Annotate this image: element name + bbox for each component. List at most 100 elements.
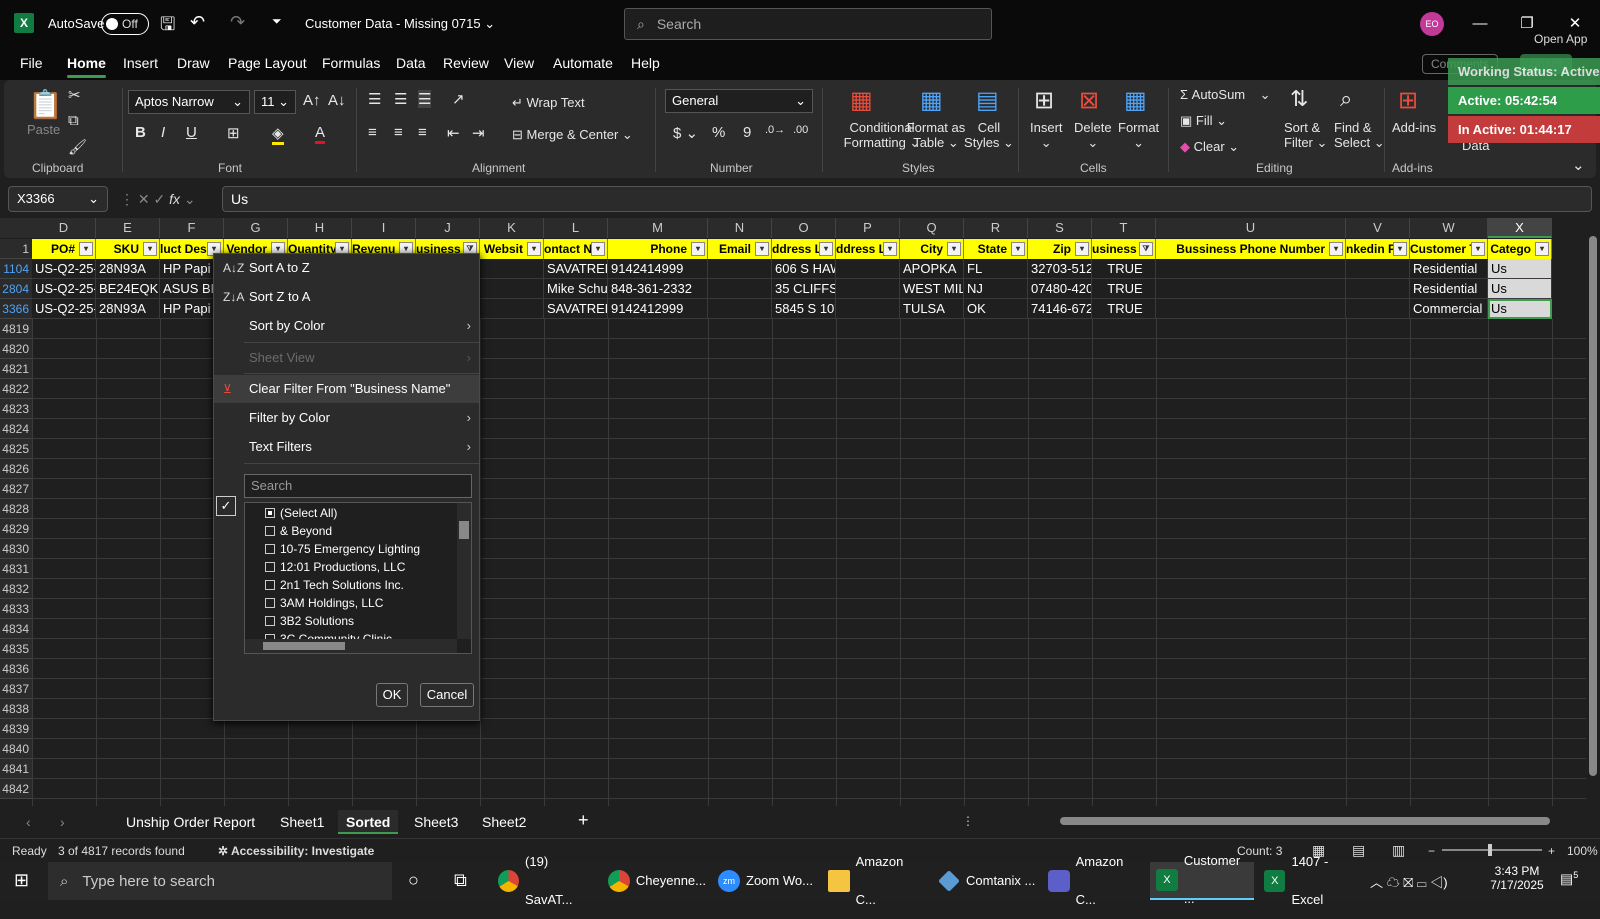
column-header[interactable]: Q bbox=[900, 218, 964, 238]
accessibility-status[interactable]: ✲ Accessibility: Investigate bbox=[218, 844, 374, 858]
header-cell[interactable]: PO# ▾ bbox=[32, 239, 96, 259]
document-title[interactable]: Customer Data - Missing 0715 ⌄ bbox=[305, 16, 495, 32]
header-cell[interactable]: Customer T ▾ bbox=[1410, 239, 1488, 259]
table-cell[interactable] bbox=[708, 299, 772, 319]
table-cell[interactable]: SAVATREE bbox=[544, 299, 608, 319]
align-top-icon[interactable]: ☰ bbox=[368, 90, 381, 108]
header-cell[interactable]: SKU ▾ bbox=[96, 239, 160, 259]
select-mode-checkbox-icon[interactable]: ✓ bbox=[216, 496, 236, 516]
find-select-button[interactable]: Find & Select ⌄ bbox=[1334, 120, 1385, 151]
taskbar-app[interactable]: Amazon C... bbox=[1042, 854, 1146, 907]
underline-icon[interactable]: U bbox=[186, 124, 197, 141]
clock[interactable]: 3:43 PM 7/17/2025 bbox=[1488, 864, 1546, 892]
table-cell[interactable]: Mike Schu bbox=[544, 279, 608, 299]
font-name-select[interactable]: Aptos Narrow ⌄ bbox=[128, 90, 250, 114]
fx-icon[interactable]: fx bbox=[169, 191, 180, 207]
row-header[interactable]: 4833 bbox=[0, 599, 32, 619]
zoom-out-icon[interactable]: − bbox=[1428, 844, 1435, 858]
row-header[interactable]: 4819 bbox=[0, 319, 32, 339]
prev-sheet-icon[interactable]: ‹ bbox=[26, 814, 31, 830]
page-break-icon[interactable]: ▥ bbox=[1392, 842, 1405, 859]
filter-dropdown-icon[interactable]: ▾ bbox=[819, 242, 833, 256]
filter-dropdown-icon[interactable]: ▾ bbox=[691, 242, 705, 256]
table-cell[interactable]: FL bbox=[964, 259, 1028, 279]
filter-dropdown-icon[interactable]: ▾ bbox=[883, 242, 897, 256]
list-hscrollbar[interactable] bbox=[245, 639, 457, 653]
collapse-ribbon-icon[interactable]: ⌄ bbox=[1572, 156, 1585, 174]
clear-button[interactable]: ◆ Clear ⌄ bbox=[1180, 139, 1239, 155]
column-header[interactable]: U bbox=[1156, 218, 1346, 238]
table-cell[interactable] bbox=[708, 259, 772, 279]
column-header[interactable]: E bbox=[96, 218, 160, 238]
row-header[interactable]: 4839 bbox=[0, 719, 32, 739]
sheet-tab-active[interactable]: Sorted bbox=[338, 810, 399, 834]
delete-cells-button[interactable]: Delete ⌄ bbox=[1074, 120, 1112, 151]
windows-start-icon[interactable]: ⊞ bbox=[14, 870, 29, 891]
zoom-slider[interactable] bbox=[1442, 844, 1542, 856]
filter-dropdown-icon[interactable]: ▾ bbox=[1393, 242, 1407, 256]
sort-z-to-a-item[interactable]: Z↓A Sort Z to A bbox=[214, 283, 479, 311]
tab-help[interactable]: Help bbox=[631, 55, 660, 71]
wrap-text-button[interactable]: ↵ Wrap Text bbox=[512, 95, 585, 111]
align-right-icon[interactable]: ≡ bbox=[418, 124, 427, 141]
filter-dropdown-icon[interactable]: ▾ bbox=[79, 242, 93, 256]
table-cell[interactable]: OK bbox=[964, 299, 1028, 319]
table-cell[interactable]: 28N93A bbox=[96, 299, 160, 319]
header-cell[interactable]: Websit ▾ bbox=[480, 239, 544, 259]
sheet-tab[interactable]: Sheet3 bbox=[414, 814, 458, 830]
table-cell[interactable]: 35 CLIFFSI bbox=[772, 279, 836, 299]
bold-icon[interactable]: B bbox=[135, 124, 146, 141]
column-header[interactable]: O bbox=[772, 218, 836, 238]
filter-dropdown-icon[interactable]: ▾ bbox=[591, 242, 605, 256]
align-left-icon[interactable]: ≡ bbox=[368, 124, 377, 141]
scroll-thumb[interactable] bbox=[1589, 236, 1597, 776]
tab-file[interactable]: File bbox=[20, 55, 43, 71]
sheet-tab[interactable]: Unship Order Report bbox=[126, 814, 255, 830]
fill-color-icon[interactable]: ◈ bbox=[272, 124, 284, 145]
row-header[interactable]: 4835 bbox=[0, 639, 32, 659]
currency-icon[interactable]: $ ⌄ bbox=[673, 124, 698, 142]
row-header[interactable]: 2804 bbox=[0, 279, 32, 299]
undo-icon[interactable]: ↶ bbox=[190, 12, 205, 33]
task-view-icon[interactable]: ⧉ bbox=[454, 870, 467, 891]
more-options-icon[interactable]: ⋮ bbox=[962, 814, 974, 828]
table-cell[interactable]: 32703-512 bbox=[1028, 259, 1092, 279]
header-cell[interactable]: usiness ⧩ bbox=[1092, 239, 1156, 259]
enter-icon[interactable]: ✓ bbox=[154, 191, 166, 207]
tab-automate[interactable]: Automate bbox=[553, 55, 613, 71]
table-cell[interactable]: TRUE bbox=[1092, 279, 1156, 299]
cell-styles-button[interactable]: Cell Styles ⌄ bbox=[964, 120, 1014, 151]
filter-dropdown-icon[interactable]: ▾ bbox=[1329, 242, 1343, 256]
taskbar-search[interactable]: ⌕ Type here to search bbox=[48, 862, 392, 900]
horizontal-scrollbar[interactable] bbox=[980, 814, 1570, 828]
list-item[interactable]: 12:01 Productions, LLC bbox=[265, 558, 405, 576]
filter-active-icon[interactable]: ⧩ bbox=[1139, 242, 1153, 256]
sheet-tab[interactable]: Sheet2 bbox=[482, 814, 526, 830]
table-cell[interactable] bbox=[1156, 299, 1346, 319]
avatar[interactable]: EO bbox=[1420, 12, 1444, 36]
table-cell[interactable] bbox=[836, 259, 900, 279]
table-cell[interactable]: TULSA bbox=[900, 299, 964, 319]
row-header[interactable]: 4825 bbox=[0, 439, 32, 459]
table-cell[interactable]: Residential bbox=[1410, 259, 1488, 279]
list-item[interactable]: 3B2 Solutions bbox=[265, 612, 354, 630]
table-cell[interactable]: 74146-672 bbox=[1028, 299, 1092, 319]
table-cell[interactable]: 28N93A bbox=[96, 259, 160, 279]
font-color-icon[interactable]: A bbox=[315, 124, 326, 144]
table-cell[interactable] bbox=[480, 279, 544, 299]
table-cell[interactable] bbox=[836, 299, 900, 319]
hscroll-thumb[interactable] bbox=[1060, 817, 1550, 825]
table-cell[interactable] bbox=[1156, 259, 1346, 279]
cortana-icon[interactable]: ○ bbox=[408, 870, 419, 891]
header-cell[interactable]: Phone ▾ bbox=[608, 239, 708, 259]
increase-indent-icon[interactable]: ⇥ bbox=[472, 124, 485, 142]
table-cell[interactable] bbox=[1156, 279, 1346, 299]
decrease-font-icon[interactable]: A↓ bbox=[328, 92, 346, 109]
paste-button[interactable]: Paste bbox=[27, 122, 60, 137]
row-header[interactable]: 4820 bbox=[0, 339, 32, 359]
header-cell[interactable]: Zip ▾ bbox=[1028, 239, 1092, 259]
row-header[interactable]: 4832 bbox=[0, 579, 32, 599]
column-header[interactable]: W bbox=[1410, 218, 1488, 238]
filter-dropdown-icon[interactable]: ▾ bbox=[1471, 242, 1485, 256]
customize-qat-icon[interactable]: ⏷ bbox=[272, 14, 282, 29]
